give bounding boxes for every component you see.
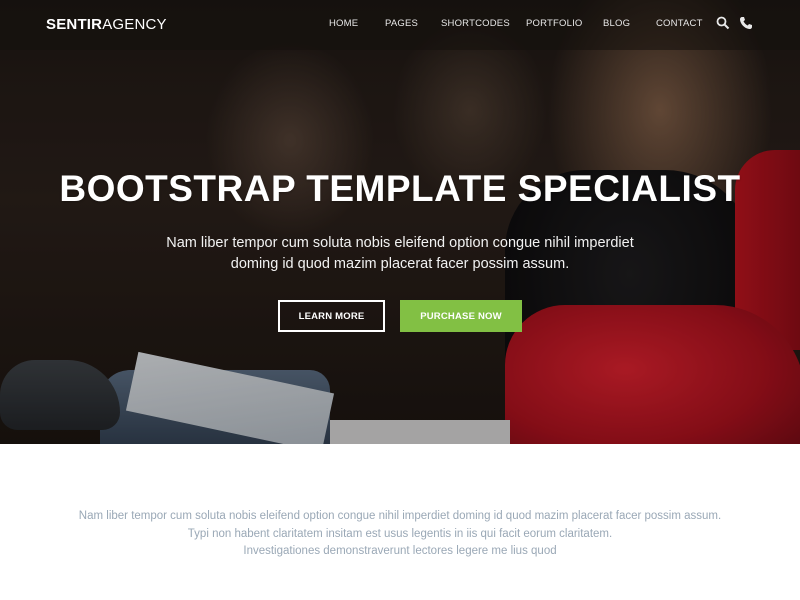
hero-subtitle: Nam liber tempor cum soluta nobis eleife… [150,233,650,275]
brand-name-bold: SENTIR [46,16,103,33]
intro-line-3: Investigationes demonstraverunt lectores… [243,545,557,557]
phone-icon[interactable] [739,16,753,30]
hero-title: BOOTSTRAP TEMPLATE SPECIALIST [59,168,741,209]
nav-item-blog[interactable]: BLOG [603,18,630,29]
intro-line-1: Nam liber tempor cum soluta nobis eleife… [78,510,722,522]
hero-subtitle-line-1: Nam liber tempor cum soluta nobis eleife… [166,235,634,251]
learn-more-button[interactable]: LEARN MORE [278,300,385,332]
nav-item-contact[interactable]: CONTACT [656,18,703,29]
hero-overlay [0,0,800,444]
navbar: SENTIRAGENCY HOME PAGES SHORTCODES PORTF… [0,0,800,50]
intro-section: Nam liber tempor cum soluta nobis eleife… [0,508,800,561]
intro-line-2: Typi non habent claritatem insitam est u… [187,527,613,540]
nav-item-pages[interactable]: PAGES [385,18,418,29]
nav-item-portfolio[interactable]: PORTFOLIO [526,18,583,29]
brand-logo[interactable]: SENTIRAGENCY [46,16,167,33]
nav-item-home[interactable]: HOME [329,18,358,29]
hero-section: SENTIRAGENCY HOME PAGES SHORTCODES PORTF… [0,0,800,444]
hero-subtitle-line-2: doming id quod mazim placerat facer poss… [230,256,570,272]
brand-name-light: AGENCY [102,16,167,33]
search-icon[interactable] [716,16,730,30]
purchase-now-button[interactable]: PURCHASE NOW [400,300,522,332]
nav-item-shortcodes[interactable]: SHORTCODES [441,18,510,29]
